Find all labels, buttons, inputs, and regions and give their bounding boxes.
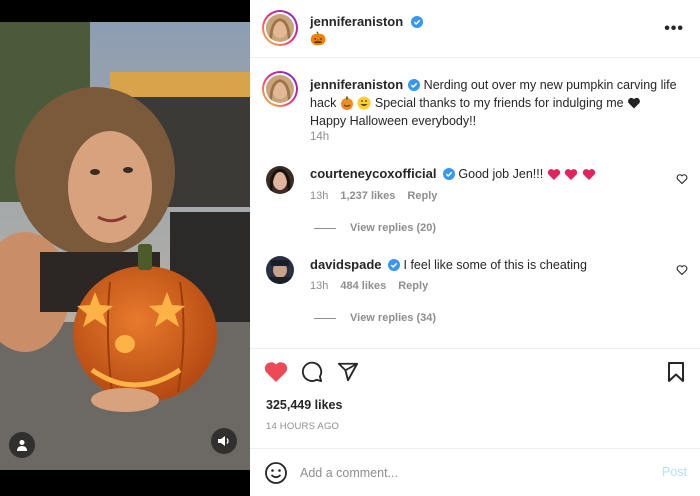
pumpkin-video-frame [0, 22, 250, 470]
view-replies-button[interactable]: View replies (34) [314, 312, 436, 324]
black-heart-emoji-icon [628, 97, 641, 109]
reply-button[interactable]: Reply [407, 190, 437, 202]
commenter-avatar[interactable] [266, 166, 294, 194]
tagged-users-button[interactable] [9, 432, 35, 458]
author-avatar-image [266, 14, 294, 42]
like-comment-heart-icon[interactable] [676, 264, 688, 276]
user-icon [17, 440, 27, 451]
author-username[interactable]: jenniferaniston [310, 14, 403, 29]
post-caption: jenniferaniston Nerding out over my new … [310, 76, 690, 130]
comment-icon[interactable] [301, 361, 323, 383]
comment-likes[interactable]: 484 likes [340, 280, 386, 292]
post-actions-bar [250, 348, 700, 398]
comment-time: 13h [310, 280, 329, 292]
red-heart-emoji-icon [565, 169, 578, 180]
comment-meta: 13h 484 likes Reply [310, 280, 428, 292]
verified-badge-icon [388, 259, 401, 271]
share-icon[interactable] [337, 361, 359, 383]
grinning-emoji-icon [357, 96, 371, 110]
caption-text-3: Happy Halloween everybody!! [310, 114, 477, 128]
comment-meta: 13h 1,237 likes Reply [310, 190, 437, 202]
verified-badge-icon [408, 79, 421, 91]
commenter-avatar-image [266, 256, 294, 284]
reply-button[interactable]: Reply [398, 280, 428, 292]
caption-timestamp: 14h [310, 131, 330, 143]
comment-time: 13h [310, 190, 329, 202]
author-avatar[interactable] [262, 10, 298, 46]
save-bookmark-icon[interactable] [666, 361, 686, 383]
comment-body: courteneycoxofficial Good job Jen!!! [310, 165, 596, 183]
audio-toggle-button[interactable] [211, 428, 237, 454]
comment-input[interactable] [300, 463, 640, 483]
comment-likes[interactable]: 1,237 likes [340, 190, 395, 202]
post-details-panel: jenniferaniston 🎃 ••• jenniferaniston Ne… [250, 0, 700, 496]
commenter-avatar[interactable] [266, 256, 294, 284]
author-name-row: jenniferaniston [310, 13, 423, 31]
comment-body: davidspade I feel like some of this is c… [310, 256, 587, 274]
view-replies-button[interactable]: View replies (20) [314, 222, 436, 234]
likes-count[interactable]: 325,449 likes [266, 398, 342, 412]
replies-divider-line [314, 317, 336, 319]
caption-author-avatar[interactable] [262, 71, 298, 107]
post-timestamp: 14 HOURS AGO [266, 421, 340, 432]
post-comment-button[interactable]: Post [662, 465, 687, 479]
jack-o-lantern-emoji-icon [340, 96, 353, 110]
view-replies-label: View replies (34) [350, 312, 437, 324]
caption-text-2: Special thanks to my friends for indulgi… [374, 96, 624, 110]
red-heart-emoji-icon [582, 169, 595, 180]
replies-divider-line [314, 227, 336, 229]
verified-badge-icon [410, 16, 423, 28]
comment-username[interactable]: courteneycoxofficial [310, 166, 436, 181]
more-options-button[interactable]: ••• [664, 20, 684, 38]
verified-badge-icon [442, 168, 455, 180]
add-comment-bar: Post [250, 448, 700, 496]
post-video[interactable] [0, 0, 250, 496]
emoji-picker-icon[interactable] [264, 461, 288, 485]
liked-heart-icon[interactable] [264, 361, 288, 383]
comment-text: I feel like some of this is cheating [403, 258, 587, 272]
comment-username[interactable]: davidspade [310, 257, 382, 272]
caption-avatar-image [266, 75, 294, 103]
view-replies-label: View replies (20) [350, 222, 437, 234]
post-header: jenniferaniston 🎃 ••• [250, 0, 700, 58]
commenter-avatar-image [266, 166, 294, 194]
caption-username[interactable]: jenniferaniston [310, 77, 403, 92]
like-comment-heart-icon[interactable] [676, 173, 688, 185]
author-subtitle: 🎃 [310, 31, 327, 46]
red-heart-emoji-icon [547, 169, 560, 180]
comment-text: Good job Jen!!! [458, 167, 544, 181]
speaker-icon [218, 436, 229, 446]
